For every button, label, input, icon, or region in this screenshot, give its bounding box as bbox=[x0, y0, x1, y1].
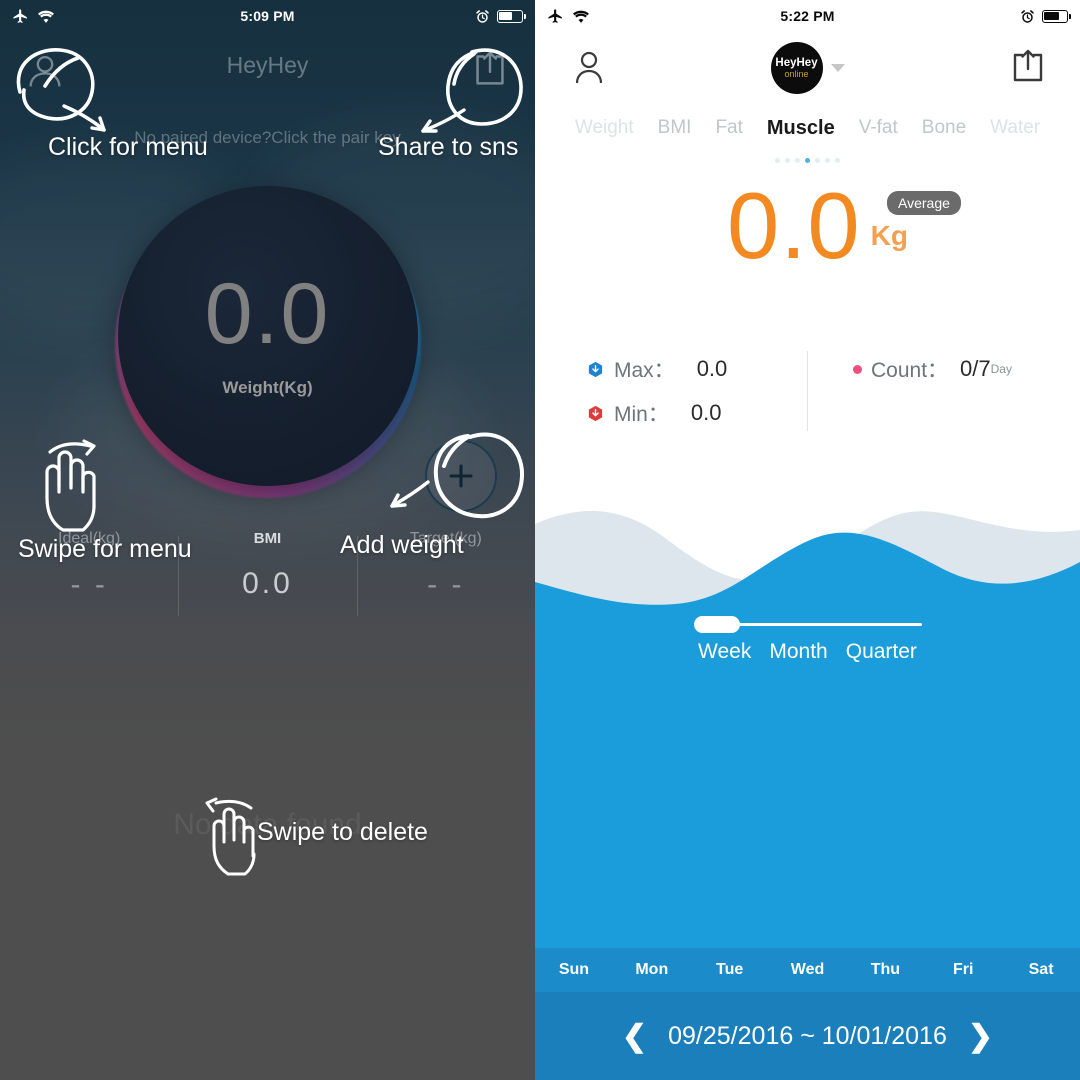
stat-ideal-value: - - bbox=[70, 568, 108, 601]
left-phone-screen: 5:09 PM HeyHey No paired device?Click th… bbox=[0, 0, 535, 1080]
metric-max-label: Max： bbox=[614, 359, 675, 382]
metric-min: Min： 0.0 bbox=[587, 391, 817, 435]
page-dot bbox=[825, 158, 830, 163]
stat-target-value: - - bbox=[427, 568, 465, 601]
share-icon[interactable] bbox=[1006, 44, 1050, 88]
period-quarter[interactable]: Quarter bbox=[846, 640, 917, 664]
weekday-sun: Sun bbox=[558, 961, 590, 978]
tab-muscle[interactable]: Muscle bbox=[755, 117, 847, 140]
metrics-divider bbox=[807, 351, 808, 431]
tab-bone[interactable]: Bone bbox=[910, 117, 978, 139]
tab-water[interactable]: Water bbox=[978, 117, 1052, 139]
dial-weight-value: 0.0 bbox=[204, 266, 331, 363]
page-dot bbox=[795, 158, 800, 163]
tab-fat[interactable]: Fat bbox=[703, 117, 754, 139]
metric-max: Max： 0.0 bbox=[587, 347, 817, 391]
page-dot bbox=[775, 158, 780, 163]
battery-icon bbox=[1042, 9, 1072, 23]
page-dot-active bbox=[805, 158, 810, 163]
metrics-row: Max： 0.0 Min： 0.0 Count： 0/7 Day bbox=[535, 347, 1080, 443]
reading-value: 0.0 bbox=[726, 173, 861, 278]
dot-icon bbox=[853, 364, 862, 374]
page-dot bbox=[835, 158, 840, 163]
avatar-status: online bbox=[784, 68, 809, 79]
chevron-right-icon[interactable]: ❯ bbox=[958, 1019, 1004, 1054]
period-slider[interactable]: Week Month Quarter bbox=[535, 616, 1080, 664]
reading-unit: Kg bbox=[870, 219, 908, 251]
weekday-wed: Wed bbox=[790, 961, 825, 978]
person-icon[interactable] bbox=[567, 46, 611, 90]
left-app-title: HeyHey bbox=[226, 52, 309, 78]
left-status-time: 5:09 PM bbox=[240, 8, 295, 24]
reading-block: 0.0 Kg Average bbox=[535, 173, 1080, 303]
slider-track[interactable] bbox=[693, 616, 922, 633]
add-weight-button[interactable] bbox=[425, 440, 497, 512]
right-nav-bar: HeyHey online bbox=[535, 32, 1080, 110]
period-labels: Week Month Quarter bbox=[535, 640, 1080, 664]
tab-weight[interactable]: Weight bbox=[563, 117, 646, 139]
weekday-thu: Thu bbox=[870, 961, 901, 978]
period-month[interactable]: Month bbox=[769, 640, 827, 664]
weekday-sat: Sat bbox=[1028, 961, 1054, 978]
right-phone-screen: 5:22 PM HeyHey online Weight BMI Fat Mus… bbox=[535, 0, 1080, 1080]
person-icon[interactable] bbox=[22, 48, 68, 94]
tab-bmi[interactable]: BMI bbox=[646, 117, 704, 139]
chevron-down-icon[interactable] bbox=[830, 64, 845, 72]
dual-screenshot-canvas: 5:09 PM HeyHey No paired device?Click th… bbox=[0, 0, 1080, 1080]
page-dot bbox=[815, 158, 820, 163]
plus-icon bbox=[449, 464, 473, 488]
dial-weight-unit: Weight(Kg) bbox=[222, 377, 313, 397]
left-stats-row: Ideal(kg) - - BMI 0.0 Target(kg) - - bbox=[0, 530, 535, 622]
empty-record-text: No data found bbox=[173, 808, 362, 841]
metric-min-label: Min： bbox=[614, 403, 669, 426]
page-indicator bbox=[535, 158, 1080, 163]
stat-target-label: Target(kg) bbox=[409, 530, 482, 547]
metric-min-value: 0.0 bbox=[690, 400, 722, 425]
metric-count-suffix: Day bbox=[990, 362, 1012, 376]
date-range-text: 09/25/2016 ~ 10/01/2016 bbox=[668, 1021, 947, 1050]
weekday-mon: Mon bbox=[635, 961, 669, 978]
right-status-bar: 5:22 PM bbox=[535, 0, 1080, 32]
stat-bmi[interactable]: BMI 0.0 bbox=[178, 530, 356, 622]
metric-tabs[interactable]: Weight BMI Fat Muscle V-fat Bone Water bbox=[535, 110, 1080, 146]
battery-icon bbox=[497, 9, 527, 23]
metric-count: Count： 0/7 Day bbox=[817, 347, 1012, 391]
stat-ideal[interactable]: Ideal(kg) - - bbox=[0, 530, 178, 622]
weight-dial[interactable]: 0.0 Weight(Kg) bbox=[117, 186, 418, 486]
avatar[interactable]: HeyHey online bbox=[770, 42, 823, 94]
stat-target[interactable]: Target(kg) - - bbox=[356, 530, 535, 622]
date-range-bar: ❮ 09/25/2016 ~ 10/01/2016 ❯ bbox=[535, 992, 1080, 1080]
left-nav-bar: HeyHey bbox=[0, 32, 535, 106]
pair-device-hint: No paired device?Click the pair key bbox=[134, 128, 401, 147]
average-badge: Average bbox=[887, 191, 961, 215]
right-status-time: 5:22 PM bbox=[780, 8, 835, 24]
metric-max-value: 0.0 bbox=[696, 356, 728, 381]
avatar-name: HeyHey bbox=[775, 56, 818, 69]
metric-count-value: 0/7 bbox=[960, 356, 991, 381]
stat-ideal-label: Ideal(kg) bbox=[58, 530, 121, 547]
share-icon[interactable] bbox=[467, 46, 513, 92]
chevron-left-icon[interactable]: ❮ bbox=[612, 1019, 658, 1054]
weekday-tue: Tue bbox=[716, 961, 744, 978]
metric-count-label: Count： bbox=[871, 359, 949, 382]
left-status-bar: 5:09 PM bbox=[0, 0, 535, 32]
slider-thumb[interactable] bbox=[693, 616, 740, 633]
weekday-bar: Sun Mon Tue Wed Thu Fri Sat bbox=[535, 948, 1080, 992]
page-dot bbox=[785, 158, 790, 163]
weekday-fri: Fri bbox=[953, 961, 974, 978]
wave-graphic bbox=[535, 511, 1080, 638]
hexagon-down-icon bbox=[588, 361, 603, 377]
stat-bmi-value: 0.0 bbox=[242, 567, 293, 600]
hexagon-down-icon bbox=[588, 405, 603, 421]
stat-bmi-label: BMI bbox=[253, 530, 282, 547]
tab-v-fat[interactable]: V-fat bbox=[847, 117, 910, 139]
period-week[interactable]: Week bbox=[698, 640, 751, 664]
account-switcher[interactable]: HeyHey online bbox=[770, 42, 845, 94]
